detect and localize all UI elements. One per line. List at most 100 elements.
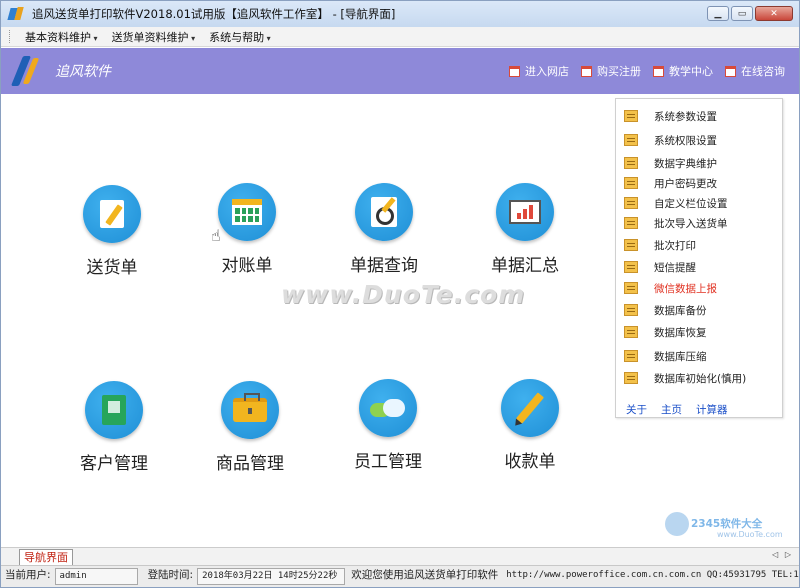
menu-bar: 基本资料维护 送货单资料维护 系统与帮助 (1, 27, 799, 47)
side-item-label: 系统权限设置 (654, 134, 717, 147)
side-item-password[interactable]: 用户密码更改 (624, 175, 717, 191)
tile-delivery-note[interactable]: 送货单 (52, 185, 172, 278)
side-item-sms-reminder[interactable]: 短信提醒 (624, 259, 696, 275)
tile-label: 送货单 (86, 258, 138, 278)
note-icon (624, 217, 638, 229)
side-item-dictionary[interactable]: 数据字典维护 (624, 155, 717, 171)
note-icon (624, 110, 638, 122)
side-item-label: 批次打印 (654, 239, 696, 252)
contact-info: http://www.poweroffice.com.cn.com.cn QQ:… (506, 570, 799, 580)
brand-logo-icon (10, 54, 49, 88)
tab-scroll-arrows[interactable]: ◁ ▷ (772, 550, 793, 559)
window-title: 追风送货单打印软件V2018.01试用版【追风软件工作室】 - [导航界面] (32, 7, 396, 21)
tile-staff-management[interactable]: 员工管理 (328, 379, 448, 472)
link-online-consult[interactable]: 在线咨询 (725, 63, 785, 79)
note-icon (624, 350, 638, 362)
tile-statement[interactable]: 对账单 (187, 183, 307, 276)
side-item-label: 数据库压缩 (654, 350, 707, 363)
login-time-label: 登陆时间: (147, 569, 194, 581)
tile-product-management[interactable]: 商品管理 (190, 381, 310, 474)
link-label: 进入网店 (525, 65, 569, 78)
mascot-icon (665, 512, 689, 536)
calculator-link[interactable]: 计算器 (696, 402, 728, 417)
side-item-permissions[interactable]: 系统权限设置 (624, 132, 717, 148)
minimize-button[interactable]: ▁ (707, 6, 729, 21)
side-item-label: 批次导入送货单 (654, 217, 728, 230)
tile-document-query[interactable]: 单据查询 (324, 183, 444, 276)
side-item-system-params[interactable]: 系统参数设置 (624, 108, 717, 124)
tile-receipt[interactable]: 收款单 (470, 379, 590, 472)
link-label: 教学中心 (669, 65, 713, 78)
side-item-label: 数据字典维护 (654, 157, 717, 170)
side-item-db-restore[interactable]: 数据库恢复 (624, 324, 707, 340)
tab-navigation[interactable]: 导航界面 (19, 549, 73, 565)
menu-system-help[interactable]: 系统与帮助 (202, 29, 278, 45)
document-pen-icon (83, 185, 141, 243)
tile-label: 客户管理 (80, 454, 148, 474)
side-item-label: 短信提醒 (654, 261, 696, 274)
link-buy-register[interactable]: 购买注册 (581, 63, 641, 79)
maximize-button[interactable]: ▭ (731, 6, 753, 21)
side-item-batch-import[interactable]: 批次导入送货单 (624, 215, 728, 231)
side-item-custom-columns[interactable]: 自定义栏位设置 (624, 195, 728, 211)
note-icon (624, 261, 638, 273)
close-button[interactable]: ✕ (755, 6, 793, 21)
side-item-label: 用户密码更改 (654, 177, 717, 190)
tile-label: 员工管理 (354, 452, 422, 472)
calendar-icon (218, 183, 276, 241)
login-time-value: 2018年03月22日 14时25分22秒 (197, 568, 346, 585)
tile-label: 商品管理 (216, 454, 284, 474)
side-links: 关于 主页 计算器 (626, 402, 728, 417)
note-icon (624, 177, 638, 189)
link-tutorial-center[interactable]: 教学中心 (653, 63, 713, 79)
home-link[interactable]: 主页 (661, 402, 682, 417)
side-item-db-compress[interactable]: 数据库压缩 (624, 348, 707, 364)
side-item-label: 数据库备份 (654, 304, 707, 317)
calendar-icon (653, 65, 664, 77)
tile-customer-management[interactable]: 客户管理 (54, 381, 174, 474)
banner-links: 进入网店 购买注册 教学中心 在线咨询 (509, 63, 785, 79)
tab-bar: 导航界面 ◁ ▷ (1, 547, 799, 565)
pencil-icon (501, 379, 559, 437)
about-link[interactable]: 关于 (626, 402, 647, 417)
user-label: 当前用户: (5, 569, 51, 581)
system-menu-panel: 系统参数设置 系统权限设置 数据字典维护 用户密码更改 自定义栏位设置 批次导入… (615, 98, 783, 418)
menu-basic-data[interactable]: 基本资料维护 (18, 29, 105, 45)
cloud-icon (359, 379, 417, 437)
side-item-label: 自定义栏位设置 (654, 197, 728, 210)
menu-delivery-data[interactable]: 送货单资料维护 (105, 29, 203, 45)
side-item-label: 数据库初始化(慎用) (654, 372, 747, 385)
corner-watermark-sub: www.DuoTe.com (717, 530, 783, 539)
tile-label: 单据汇总 (491, 256, 559, 276)
link-label: 购买注册 (597, 65, 641, 78)
title-bar[interactable]: 追风送货单打印软件V2018.01试用版【追风软件工作室】 - [导航界面] ▁… (1, 1, 799, 27)
welcome-message: 欢迎您使用追风送货单打印软件 (351, 569, 499, 581)
link-online-store[interactable]: 进入网店 (509, 63, 569, 79)
user-value: admin (54, 568, 138, 585)
side-item-label: 数据库恢复 (654, 326, 707, 339)
app-window: 追风送货单打印软件V2018.01试用版【追风软件工作室】 - [导航界面] ▁… (0, 0, 800, 588)
calendar-icon (581, 65, 592, 77)
side-item-db-init[interactable]: 数据库初始化(慎用) (624, 370, 746, 386)
presentation-board-icon (496, 183, 554, 241)
briefcase-icon (221, 381, 279, 439)
link-label: 在线咨询 (741, 65, 785, 78)
magnifier-icon (355, 183, 413, 241)
menu-grip (9, 30, 12, 43)
address-book-icon (85, 381, 143, 439)
note-icon (624, 157, 638, 169)
status-bar: 当前用户: admin 登陆时间: 2018年03月22日 14时25分22秒 … (1, 565, 799, 587)
app-logo-icon (7, 6, 24, 22)
side-item-batch-print[interactable]: 批次打印 (624, 237, 696, 253)
brand-name: 追风软件 (55, 64, 111, 80)
tile-label: 收款单 (504, 452, 556, 472)
calendar-icon (725, 65, 736, 77)
calendar-icon (509, 65, 520, 77)
side-item-wechat-report[interactable]: 微信数据上报 (624, 280, 717, 296)
note-icon (624, 326, 638, 338)
banner: 追风软件 进入网店 购买注册 教学中心 在线咨询 (1, 48, 799, 94)
watermark-text: www.DuoTe.com (281, 280, 526, 309)
note-icon (624, 134, 638, 146)
tile-document-summary[interactable]: 单据汇总 (465, 183, 585, 276)
side-item-db-backup[interactable]: 数据库备份 (624, 302, 707, 318)
